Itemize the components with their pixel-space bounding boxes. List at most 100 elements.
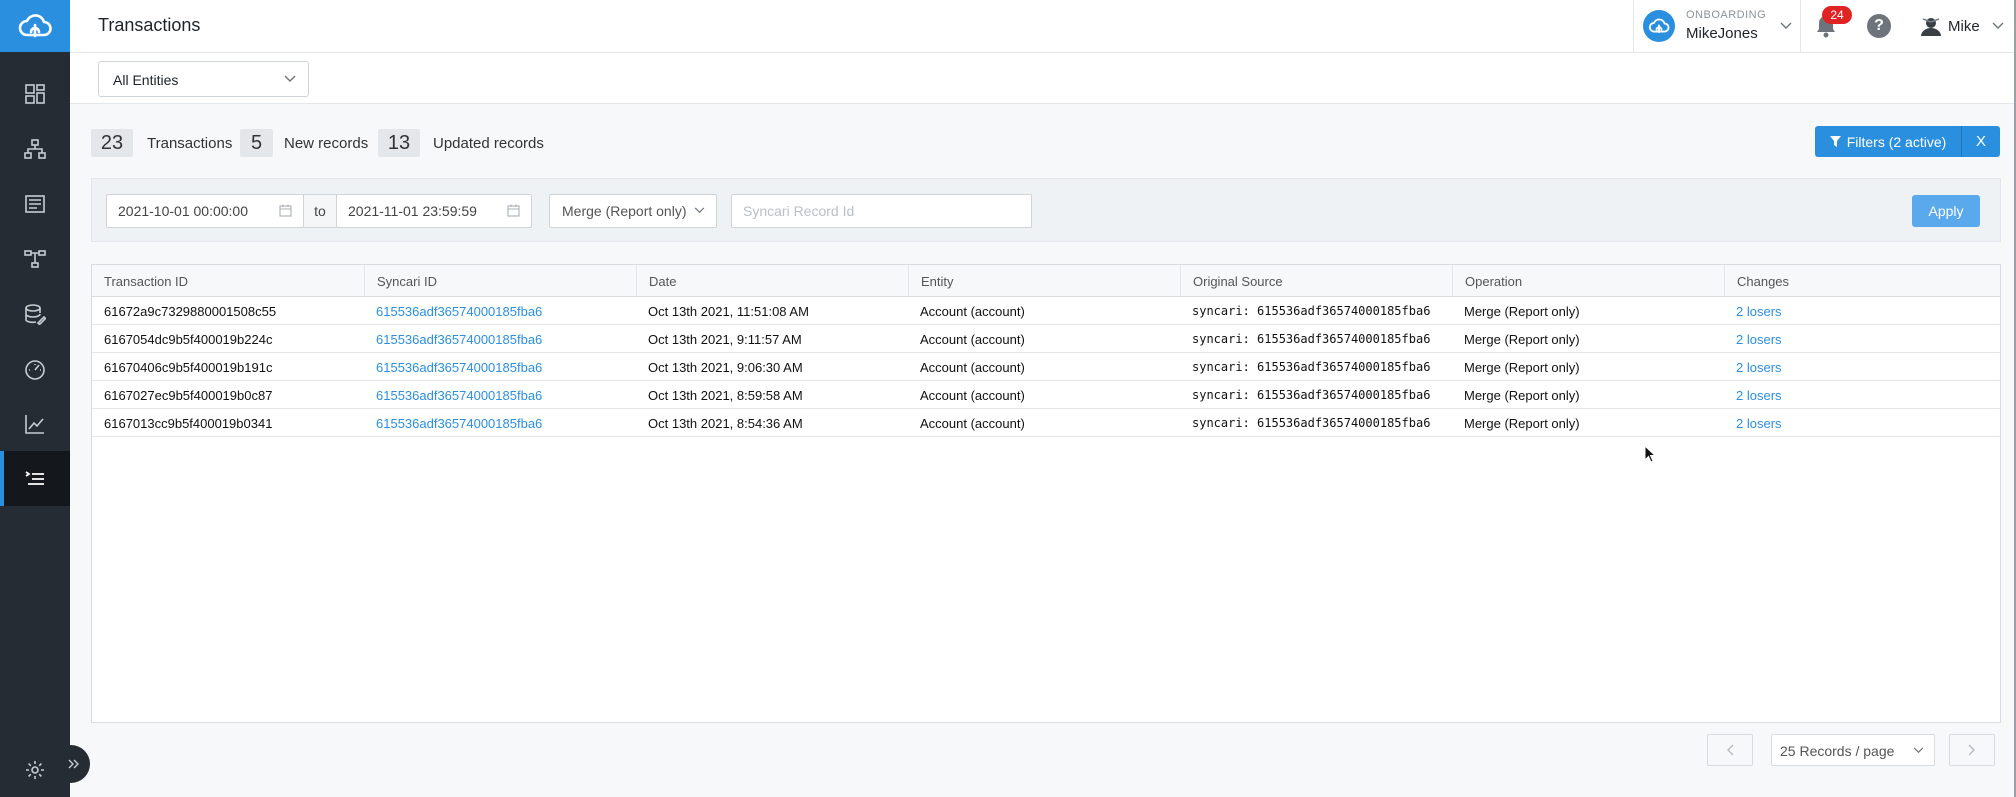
cell-changes-link[interactable]: 2 losers <box>1724 353 1794 381</box>
cloud-logo-icon <box>1648 18 1670 34</box>
chevron-right-icon <box>1968 744 1975 756</box>
mouse-cursor-icon <box>1644 445 1656 463</box>
table-row[interactable]: 6167013cc9b5f400019b0341 615536adf365740… <box>92 409 2000 437</box>
cell-date: Oct 13th 2021, 8:54:36 AM <box>648 416 803 431</box>
cell-changes-link[interactable]: 2 losers <box>1724 297 1794 325</box>
cell-syncari-id-link[interactable]: 615536adf36574000185fba6 <box>364 325 554 353</box>
filters-button[interactable]: Filters (2 active) <box>1815 126 1962 157</box>
chevron-down-icon <box>1992 22 2004 29</box>
column-header-changes[interactable]: Changes <box>1724 265 2000 297</box>
nav-analytics[interactable] <box>0 396 70 451</box>
nav-documents[interactable] <box>0 176 70 231</box>
date-from-field[interactable]: 2021-10-01 00:00:00 <box>107 195 303 227</box>
cell-transaction-id: 6167054dc9b5f400019b224c <box>104 332 273 347</box>
funnel-icon <box>1829 136 1841 147</box>
cell-syncari-id-link[interactable]: 615536adf36574000185fba6 <box>364 409 554 437</box>
updated-records-count: 13 <box>378 129 420 157</box>
help-button[interactable]: ? <box>1867 14 1891 38</box>
column-header-transaction-id[interactable]: Transaction ID <box>92 265 364 297</box>
cell-original-source: syncari: 615536adf36574000185fba6 <box>1192 416 1431 430</box>
cell-syncari-id-link[interactable]: 615536adf36574000185fba6 <box>364 381 554 409</box>
cell-original-source: syncari: 615536adf36574000185fba6 <box>1192 332 1431 346</box>
dashboard-icon <box>25 83 45 104</box>
filters-toggle: Filters (2 active) X <box>1815 126 2000 157</box>
date-range: 2021-10-01 00:00:00 to 2021-11-01 23:59:… <box>106 194 532 228</box>
page-title: Transactions <box>98 15 201 35</box>
entity-select[interactable]: All Entities <box>98 61 309 97</box>
next-page-button[interactable] <box>1949 734 1995 766</box>
transactions-count: 23 <box>91 129 133 157</box>
table-row[interactable]: 61670406c9b5f400019b191c 615536adf365740… <box>92 353 2000 381</box>
new-records-label: New records <box>284 135 369 152</box>
user-menu[interactable]: Mike <box>1948 18 1980 35</box>
org-switcher[interactable]: ONBOARDING MikeJones <box>1633 0 1801 53</box>
updated-records-label: Updated records <box>433 135 544 152</box>
cell-original-source: syncari: 615536adf36574000185fba6 <box>1192 388 1431 402</box>
page-size-value: 25 Records / page <box>1780 743 1895 759</box>
nav-speedometer[interactable] <box>0 341 70 396</box>
cell-changes-link[interactable]: 2 losers <box>1724 381 1794 409</box>
list-doc-icon <box>25 194 45 213</box>
entity-select-value: All Entities <box>113 72 179 88</box>
table-row[interactable]: 6167054dc9b5f400019b224c 615536adf365740… <box>92 325 2000 353</box>
chevron-down-icon <box>1913 747 1924 754</box>
nav-transactions[interactable] <box>0 451 70 506</box>
database-edit-icon <box>25 303 46 325</box>
cell-entity: Account (account) <box>920 388 1025 403</box>
apply-button[interactable]: Apply <box>1912 195 1980 227</box>
filter-panel: 2021-10-01 00:00:00 to 2021-11-01 23:59:… <box>91 178 2001 242</box>
org-label: ONBOARDING <box>1686 9 1767 21</box>
operation-select[interactable]: Merge (Report only) <box>549 194 717 228</box>
column-header-operation[interactable]: Operation <box>1452 265 1724 297</box>
nav-dashboard[interactable] <box>0 66 70 121</box>
cell-operation: Merge (Report only) <box>1464 360 1580 375</box>
chevron-down-icon <box>694 207 705 214</box>
syncari-logo[interactable] <box>0 0 70 52</box>
date-range-separator: to <box>303 195 337 227</box>
nav-hierarchy[interactable] <box>0 121 70 176</box>
transactions-list-icon <box>25 470 44 485</box>
cell-changes-link[interactable]: 2 losers <box>1724 409 1794 437</box>
cell-operation: Merge (Report only) <box>1464 388 1580 403</box>
transactions-label: Transactions <box>147 135 233 152</box>
column-header-date[interactable]: Date <box>636 265 908 297</box>
table-header: Transaction ID Syncari ID Date Entity Or… <box>92 265 2000 297</box>
table-row[interactable]: 6167027ec9b5f400019b0c87 615536adf365740… <box>92 381 2000 409</box>
org-avatar <box>1643 10 1675 42</box>
cell-changes-link[interactable]: 2 losers <box>1724 325 1794 353</box>
operation-select-value: Merge (Report only) <box>562 203 687 219</box>
transactions-table: Transaction ID Syncari ID Date Entity Or… <box>91 264 2001 723</box>
table-row[interactable]: 61672a9c7329880001508c55 615536adf365740… <box>92 297 2000 325</box>
date-to-field[interactable]: 2021-11-01 23:59:59 <box>337 195 531 227</box>
top-header: Transactions ONBOARDING MikeJones 24 ? M… <box>70 0 2016 53</box>
org-name: MikeJones <box>1686 25 1758 42</box>
nav-pipeline[interactable] <box>0 231 70 286</box>
chevron-down-icon <box>284 75 296 82</box>
cell-syncari-id-link[interactable]: 615536adf36574000185fba6 <box>364 353 554 381</box>
clear-filters-button[interactable]: X <box>1962 126 2000 157</box>
column-header-entity[interactable]: Entity <box>908 265 1180 297</box>
syncari-record-id-input[interactable] <box>731 194 1032 228</box>
cell-operation: Merge (Report only) <box>1464 416 1580 431</box>
date-to-value: 2021-11-01 23:59:59 <box>348 203 477 219</box>
notification-count-badge: 24 <box>1822 6 1852 24</box>
new-records-count: 5 <box>240 129 273 157</box>
cell-syncari-id-link[interactable]: 615536adf36574000185fba6 <box>364 297 554 325</box>
cell-operation: Merge (Report only) <box>1464 304 1580 319</box>
cell-transaction-id: 6167013cc9b5f400019b0341 <box>104 416 273 431</box>
calendar-icon <box>507 204 520 217</box>
cell-original-source: syncari: 615536adf36574000185fba6 <box>1192 304 1431 318</box>
previous-page-button[interactable] <box>1707 734 1753 766</box>
entity-filter-bar: All Entities <box>70 53 2016 104</box>
column-header-original-source[interactable]: Original Source <box>1180 265 1452 297</box>
pipeline-icon <box>24 249 46 268</box>
calendar-icon <box>279 204 292 217</box>
nav-database[interactable] <box>0 286 70 341</box>
sidebar-expand-button[interactable] <box>52 745 90 783</box>
cell-entity: Account (account) <box>920 304 1025 319</box>
cell-original-source: syncari: 615536adf36574000185fba6 <box>1192 360 1431 374</box>
cell-entity: Account (account) <box>920 360 1025 375</box>
page-size-select[interactable]: 25 Records / page <box>1771 734 1935 766</box>
cell-date: Oct 13th 2021, 11:51:08 AM <box>648 304 809 319</box>
column-header-syncari-id[interactable]: Syncari ID <box>364 265 636 297</box>
